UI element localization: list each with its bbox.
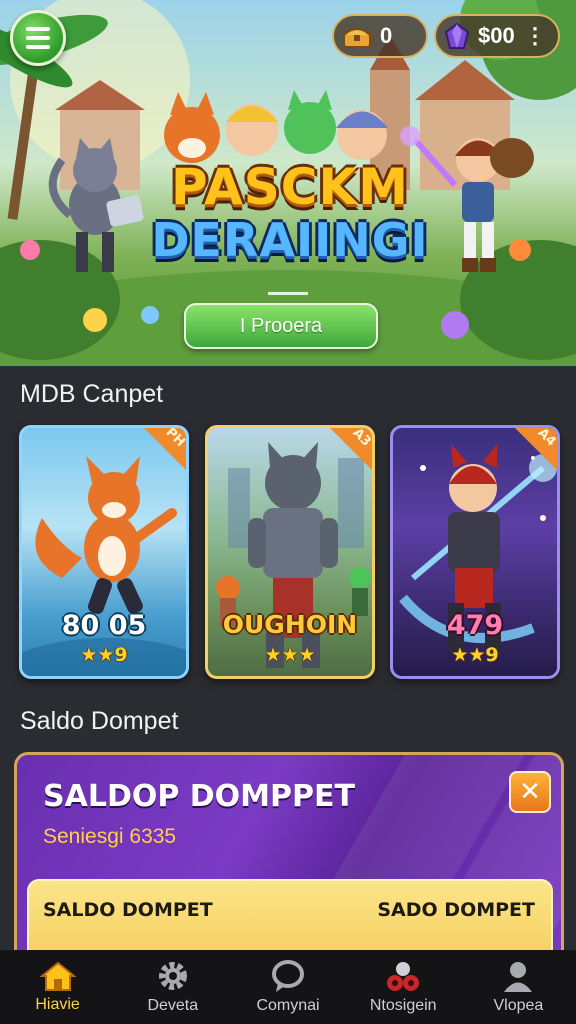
gem-icon [444, 22, 470, 49]
home-icon [39, 961, 76, 991]
nav-label: Hiavie [35, 996, 80, 1013]
game-title-line2: DERAIINGI [151, 213, 429, 267]
wallet-title: SALDOP DOMPPET [43, 779, 355, 814]
card-value: 479 [446, 610, 504, 641]
wallet-subtitle: Seniesgi 6335 [43, 825, 177, 848]
nav-label: Ntosigein [369, 997, 437, 1014]
section-title-wallet: Saldo Dompet [20, 707, 179, 735]
nav-item-home[interactable]: Hiavie [0, 950, 115, 1024]
treasure-chest-icon [343, 28, 371, 48]
card-rating: ★★★ [264, 644, 316, 666]
gem-currency-value: $00 [478, 23, 515, 48]
play-button[interactable]: I Prooera [184, 303, 378, 349]
wallet-balance-label-left: SALDO DOMPET [43, 899, 213, 921]
character-card-fox[interactable]: PH 80 05 ★★9 [19, 425, 189, 679]
card-value: OUGHOIN [222, 610, 358, 639]
section-title-cards: MDB Canpet [20, 380, 164, 408]
gold-currency-value: 0 [380, 23, 393, 48]
chat-bubble-icon [272, 960, 304, 992]
game-title: PASCKM DERAIINGI [150, 160, 430, 266]
gear-icon [158, 962, 187, 990]
card-rating: ★★9 [451, 644, 499, 666]
character-card-warrior[interactable]: A4 479 ★★9 [390, 425, 560, 679]
card-rating: ★★9 [80, 644, 128, 666]
gem-currency-pill[interactable]: $00 ⋮ [434, 14, 560, 58]
user-icon [504, 962, 533, 992]
card-badge: A3 [328, 428, 372, 472]
wallet-balance-label-right: SADO DOMPET [377, 899, 535, 921]
game-title-line1: PASCKM [171, 158, 409, 216]
close-x-icon[interactable]: ✕ [509, 771, 551, 813]
nav-label: Comynai [256, 997, 320, 1014]
card-value: 80 05 [61, 610, 147, 641]
bottom-navigation: Hiavie Deveta Comynai Ntosigein Vlopea [0, 950, 576, 1024]
nav-item-notifications[interactable]: Ntosigein [346, 950, 461, 1024]
more-vertical-icon[interactable]: ⋮ [524, 23, 546, 49]
card-badge: A4 [513, 428, 557, 472]
nav-label: Vlopea [493, 997, 544, 1014]
nav-item-settings[interactable]: Deveta [115, 950, 230, 1024]
cherries-icon [387, 962, 420, 991]
card-badge: PH [142, 428, 186, 472]
hamburger-menu-icon[interactable] [10, 10, 66, 66]
hero-banner: 0 $00 ⋮ PASCKM DERAIINGI I Prooera [0, 0, 576, 366]
nav-item-profile[interactable]: Vlopea [461, 950, 576, 1024]
character-card-knight[interactable]: A3 OUGHOIN ★★★ [205, 425, 375, 679]
nav-item-community[interactable]: Comynai [230, 950, 345, 1024]
gold-currency-pill[interactable]: 0 [332, 14, 428, 58]
nav-label: Deveta [147, 997, 199, 1014]
